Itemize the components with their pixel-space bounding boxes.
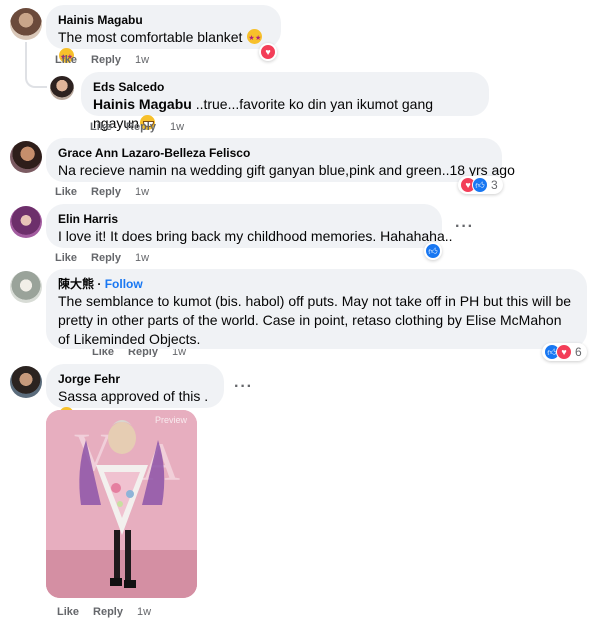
timestamp[interactable]: 1w <box>172 349 186 357</box>
comment-text-body: Sassa approved of this . <box>58 388 209 404</box>
like-button[interactable]: Like <box>55 186 77 198</box>
author-name[interactable]: 陳大熊 <box>58 277 94 291</box>
reaction-summary[interactable]: 👍︎ <box>424 242 442 260</box>
comment-bubble: Elin Harris I love it! It does bring bac… <box>46 204 453 248</box>
reply-button[interactable]: Reply <box>93 606 123 618</box>
more-options-icon[interactable]: ··· <box>455 219 474 235</box>
avatar[interactable] <box>10 206 42 238</box>
comment-actions: Like Reply 1w <box>55 186 163 198</box>
comment-text: I love it! It does bring back my childho… <box>58 228 453 244</box>
reaction-summary[interactable]: 👍︎ ♥ 6 <box>542 343 587 361</box>
reply-button[interactable]: Reply <box>91 186 121 198</box>
like-button[interactable]: Like <box>55 252 77 264</box>
comment-bubble: Eds Salcedo Hainis Magabu ..true...favor… <box>81 72 489 131</box>
avatar[interactable] <box>10 141 42 173</box>
comment-author[interactable]: Elin Harris <box>58 211 430 227</box>
reaction-summary[interactable]: ♥ 👍︎ 3 <box>458 176 503 194</box>
reply-connector <box>25 66 47 88</box>
avatar[interactable] <box>10 271 42 303</box>
like-button[interactable]: Like <box>55 54 77 66</box>
like-button[interactable]: Like <box>90 121 112 133</box>
comment-author[interactable]: Grace Ann Lazaro-Belleza Felisco <box>58 145 490 161</box>
comment-author[interactable]: Hainis Magabu <box>58 12 269 28</box>
reply-button[interactable]: Reply <box>126 121 156 133</box>
comment-actions: Like Reply 1w <box>57 606 165 618</box>
comment-author[interactable]: Eds Salcedo <box>93 79 477 95</box>
comment-text: Na recieve namin na wedding gift ganyan … <box>58 162 515 178</box>
comment-bubble: Jorge Fehr Sassa approved of this . <box>46 364 224 422</box>
reply-button[interactable]: Reply <box>128 349 158 357</box>
timestamp[interactable]: 1w <box>135 186 149 198</box>
comment-bubble: 陳大熊 · Follow The semblance to kumot (bis… <box>46 269 587 349</box>
like-reaction-icon: 👍︎ <box>425 243 441 259</box>
like-button[interactable]: Like <box>92 349 114 357</box>
timestamp[interactable]: 1w <box>170 121 184 133</box>
timestamp[interactable]: 1w <box>137 606 151 618</box>
more-options-icon[interactable]: ··· <box>234 379 253 395</box>
timestamp[interactable]: 1w <box>135 252 149 264</box>
reaction-count: 3 <box>491 178 498 192</box>
avatar[interactable] <box>10 366 42 398</box>
comment-actions: Like Reply 1w <box>55 54 163 66</box>
like-reaction-icon: 👍︎ <box>472 177 488 193</box>
follow-button[interactable]: Follow <box>105 277 143 291</box>
avatar[interactable] <box>50 76 74 100</box>
comment-bubble: Grace Ann Lazaro-Belleza Felisco Na reci… <box>46 138 515 182</box>
heart-eyes-emoji-icon <box>247 29 263 48</box>
love-reaction-icon: ♥ <box>556 344 572 360</box>
avatar[interactable] <box>10 8 42 40</box>
comment-bubble: Hainis Magabu The most comfortable blank… <box>46 5 281 67</box>
separator: · <box>97 277 102 291</box>
comment-author: 陳大熊 · Follow <box>58 276 575 292</box>
photo-illustration: V A <box>46 410 197 598</box>
like-button[interactable]: Like <box>57 606 79 618</box>
photo-watermark: Preview <box>154 415 187 425</box>
comment-author[interactable]: Jorge Fehr <box>58 371 212 387</box>
attached-photo[interactable]: V A Preview <box>46 410 197 598</box>
comment-text: The semblance to kumot (bis. habol) off … <box>58 293 572 347</box>
comment-actions: Like Reply 1w <box>55 252 163 264</box>
comment-actions: Like Reply 1w <box>90 121 198 133</box>
comment-text-body: The most comfortable blanket <box>58 29 243 45</box>
reply-button[interactable]: Reply <box>91 54 121 66</box>
mention-link[interactable]: Hainis Magabu <box>93 96 192 112</box>
reply-button[interactable]: Reply <box>91 252 121 264</box>
comment-actions: Like Reply 1w <box>92 349 200 357</box>
reaction-summary[interactable]: ♥ <box>259 43 277 61</box>
timestamp[interactable]: 1w <box>135 54 149 66</box>
reaction-count: 6 <box>575 345 582 359</box>
love-reaction-icon: ♥ <box>260 44 276 60</box>
